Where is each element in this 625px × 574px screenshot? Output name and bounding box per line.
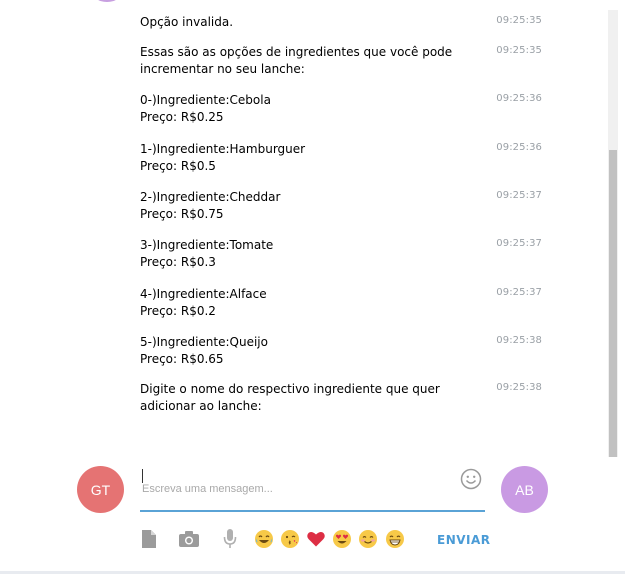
message-line: Preço: R$0.2 [140, 303, 216, 318]
send-button[interactable]: ENVIAR [437, 533, 491, 547]
message-line: 0-)Ingrediente:Cebola [140, 93, 271, 107]
message-line: Preço: R$0.25 [140, 109, 224, 124]
message-time: 09:25:35 [496, 45, 542, 56]
message-line: 4-)Ingrediente:Alface [140, 287, 267, 301]
message-text: 1-)Ingrediente:Hamburguer Preço: R$0.5 [140, 141, 495, 174]
message-line: 2-)Ingrediente:Cheddar [140, 190, 281, 204]
message: Digite o nome do respectivo ingrediente … [140, 381, 542, 414]
message: 0-)Ingrediente:Cebola Preço: R$0.25 09:2… [140, 92, 542, 125]
message-line: Preço: R$0.75 [140, 206, 224, 221]
heart-eyes-emoji-icon[interactable] [331, 528, 353, 550]
message-text: 4-)Ingrediente:Alface Preço: R$0.2 [140, 286, 495, 319]
text-caret [142, 469, 143, 483]
message-composer [140, 460, 485, 515]
emoji-picker-icon[interactable] [460, 468, 482, 490]
user-avatar-ab: AB [501, 466, 548, 513]
message-line: Opção invalida. [140, 15, 234, 29]
joy-emoji-icon[interactable] [253, 528, 275, 550]
message-time: 09:25:35 [496, 15, 542, 26]
message: 2-)Ingrediente:Cheddar Preço: R$0.75 09:… [140, 189, 542, 222]
scrollbar-thumb[interactable] [609, 150, 617, 457]
message-scrollbar[interactable] [608, 10, 618, 457]
message-line: 1-)Ingrediente:Hamburguer [140, 142, 306, 156]
message-line: 5-)Ingrediente:Queijo [140, 335, 268, 349]
camera-icon[interactable] [178, 528, 200, 550]
message: 5-)Ingrediente:Queijo Preço: R$0.65 09:2… [140, 334, 542, 367]
message-line: 3-)Ingrediente:Tomate [140, 238, 274, 252]
message-text: 2-)Ingrediente:Cheddar Preço: R$0.75 [140, 189, 495, 222]
grin-emoji-icon[interactable] [384, 528, 406, 550]
message-time: 09:25:36 [496, 142, 542, 153]
message-list: Opção invalida. 09:25:35 Essas são as op… [0, 0, 608, 440]
message: Essas são as opções de ingredientes que … [140, 44, 542, 77]
message-text: 0-)Ingrediente:Cebola Preço: R$0.25 [140, 92, 495, 125]
message-text: 5-)Ingrediente:Queijo Preço: R$0.65 [140, 334, 495, 367]
message-time: 09:25:36 [496, 93, 542, 104]
message: Opção invalida. 09:25:35 [140, 14, 542, 31]
message-input[interactable] [140, 460, 485, 512]
message-text: 3-)Ingrediente:Tomate Preço: R$0.3 [140, 237, 495, 270]
message-line: Preço: R$0.3 [140, 254, 216, 269]
message-time: 09:25:38 [496, 335, 542, 346]
message-line: Essas são as opções de ingredientes que … [140, 45, 456, 76]
kiss-emoji-icon[interactable] [279, 528, 301, 550]
message-time: 09:25:38 [496, 382, 542, 393]
message-time: 09:25:37 [496, 238, 542, 249]
blush-emoji-icon[interactable] [357, 528, 379, 550]
message-time: 09:25:37 [496, 190, 542, 201]
message-line: Preço: R$0.65 [140, 351, 224, 366]
message: 4-)Ingrediente:Alface Preço: R$0.2 09:25… [140, 286, 542, 319]
message-time: 09:25:37 [496, 287, 542, 298]
message-text: Digite o nome do respectivo ingrediente … [140, 381, 495, 414]
message: 3-)Ingrediente:Tomate Preço: R$0.3 09:25… [140, 237, 542, 270]
microphone-icon[interactable] [219, 528, 241, 550]
message-line: Digite o nome do respectivo ingrediente … [140, 382, 444, 413]
message: 1-)Ingrediente:Hamburguer Preço: R$0.5 0… [140, 141, 542, 174]
user-avatar-gt: GT [77, 466, 124, 513]
message-text: Opção invalida. [140, 14, 495, 31]
message-line: Preço: R$0.5 [140, 158, 216, 173]
avatar-initials: AB [515, 481, 534, 498]
avatar-initials: GT [90, 481, 111, 498]
file-icon[interactable] [138, 528, 160, 550]
heart-emoji-icon[interactable] [305, 528, 327, 550]
composer-toolbar [138, 528, 488, 552]
message-text: Essas são as opções de ingredientes que … [140, 44, 495, 77]
